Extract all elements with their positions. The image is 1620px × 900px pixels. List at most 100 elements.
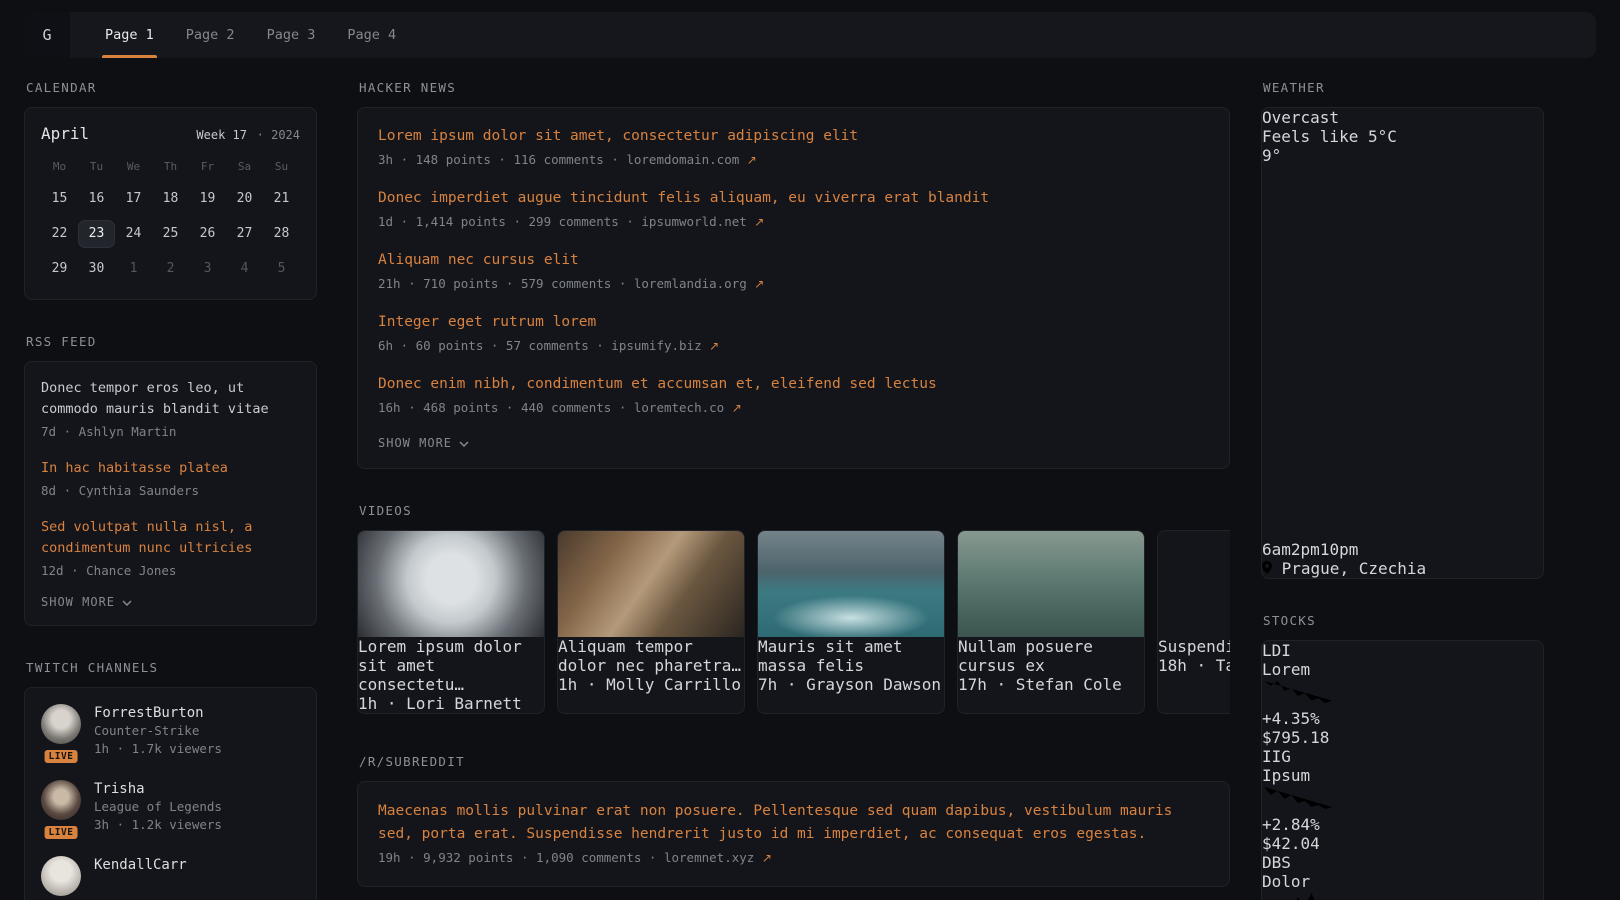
video-title[interactable]: Aliquam tempor dolor nec pharetra… [558,637,744,675]
hn-source-link[interactable]: loremtech.co [634,400,724,415]
calendar-day: 15 [41,185,78,213]
channel-info: KendallCarr [94,856,187,896]
twitch-channel-row[interactable]: LIVE Trisha League of Legends 3h · 1.2k … [41,780,300,834]
channel-avatar [41,780,81,820]
external-link-icon: ↗ [747,153,757,167]
weather-widget: Overcast Feels like 5°C 9° 6am2pm10pm Pr… [1261,107,1544,579]
hn-meta-text: 1d · 1,414 points · 299 comments · [378,214,641,229]
hackernews-widget: Lorem ipsum dolor sit amet, consectetur … [357,107,1230,469]
stock-row[interactable]: IIG Ipsum +2.84% $42.04 [1262,747,1543,853]
calendar-year: · 2024 [257,128,300,142]
hn-show-more-button[interactable]: SHOW MORE [378,436,1209,450]
weather-bar [1262,187,1543,197]
hn-source-link[interactable]: loremlandia.org [634,276,747,291]
external-link-icon: ↗ [754,215,764,229]
weather-bar [1262,261,1543,278]
stock-id: DBS Dolor [1262,853,1543,891]
video-title[interactable]: Nullam posuere cursus ex [958,637,1144,675]
rss-item-title[interactable]: In hac habitasse platea [41,458,300,479]
weather-bar [1262,299,1543,326]
rss-item-title[interactable]: Sed volutpat nulla nisl, a condimentum n… [41,517,300,559]
rss-item-meta: 8d · Cynthia Saunders [41,481,300,501]
hn-item-meta: 6h · 60 points · 57 comments · ipsumify.… [378,336,1209,356]
calendar-day: 25 [152,220,189,248]
videos-widget: Lorem ipsum dolor sit amet consectetu… 1… [357,530,1230,714]
tab-page-1[interactable]: Page 1 [92,12,167,58]
subreddit-post-title[interactable]: Maecenas mollis pulvinar erat non posuer… [378,800,1209,846]
subreddit-source-link[interactable]: loremnet.xyz [664,850,754,865]
left-column: CALENDAR April Week 17 · 2024 Mo Tu We T… [24,80,317,900]
weather-feels-like: Feels like 5°C [1262,127,1543,146]
video-title[interactable]: Mauris sit amet massa felis [758,637,944,675]
calendar-month: April [41,124,89,143]
stock-row[interactable]: LDI Lorem +4.35% $795.18 [1262,641,1543,747]
hn-meta-text: 3h · 148 points · 116 comments · [378,152,626,167]
weather-bar [1262,210,1543,221]
stock-price: $42.04 [1262,834,1543,853]
hn-meta-text: 21h · 710 points · 579 comments · [378,276,634,291]
hn-source-link[interactable]: ipsumify.biz [611,338,701,353]
rss-show-more-button[interactable]: SHOW MORE [41,595,300,609]
calendar-day: 28 [263,220,300,248]
calendar-day: 2 [152,255,189,283]
video-meta: 7h · Grayson Dawson [758,675,944,694]
weather-time-label: 6am [1262,540,1291,559]
video-title[interactable]: Lorem ipsum dolor sit amet consectetu… [358,637,544,694]
hn-source-link[interactable]: ipsumworld.net [641,214,746,229]
weather-times: 6am2pm10pm [1262,540,1543,559]
video-text: Suspendisse diam 18h · Tara [1158,637,1230,675]
calendar-day: 21 [263,185,300,213]
video-card[interactable]: Nullam posuere cursus ex 17h · Stefan Co… [957,530,1145,714]
video-thumbnail[interactable] [758,531,944,637]
video-card[interactable]: Aliquam tempor dolor nec pharetra… 1h · … [557,530,745,714]
video-thumbnail[interactable] [358,531,544,637]
hn-item-title[interactable]: Integer eget rutrum lorem [378,312,1209,334]
channel-info: ForrestBurton Counter-Strike 1h · 1.7k v… [94,704,222,758]
calendar-day: 18 [152,185,189,213]
stock-values: +2.84% $42.04 [1262,815,1543,853]
calendar-day: 26 [189,220,226,248]
stock-row[interactable]: DBS Dolor +1.42% $156.28 [1262,853,1543,900]
video-card[interactable]: Suspendisse diam 18h · Tara [1157,530,1230,714]
rss-item-meta: 12d · Chance Jones [41,561,300,581]
avatar: LIVE [41,704,81,758]
chevron-down-icon [459,436,469,450]
calendar-current-day: 23 [78,220,115,248]
stock-change: +4.35% [1262,709,1543,728]
channel-meta: 1h · 1.7k viewers [94,740,222,758]
calendar-weekday: Mo [41,160,78,173]
rss-item: Sed volutpat nulla nisl, a condimentum n… [41,517,300,581]
channel-avatar [41,856,81,896]
hn-item: Lorem ipsum dolor sit amet, consectetur … [378,126,1209,170]
calendar-weekday: Su [263,160,300,173]
tab-page-3[interactable]: Page 3 [254,12,329,58]
weather-bar [1262,278,1543,299]
video-title[interactable]: Suspendisse diam [1158,637,1230,656]
hn-item-title[interactable]: Donec enim nibh, condimentum et accumsan… [378,374,1209,396]
video-thumbnail[interactable] [558,531,744,637]
hn-item-title[interactable]: Aliquam nec cursus elit [378,250,1209,272]
twitch-channel-row[interactable]: KendallCarr [41,856,300,896]
video-thumbnail[interactable] [958,531,1144,637]
hn-source-link[interactable]: loremdomain.com [626,152,739,167]
channel-category: League of Legends [94,798,222,816]
calendar-week-year: Week 17 · 2024 [196,124,300,143]
weather-location-row: Prague, Czechia [1262,559,1543,578]
twitch-channel-row[interactable]: LIVE ForrestBurton Counter-Strike 1h · 1… [41,704,300,758]
tab-page-2[interactable]: Page 2 [173,12,248,58]
hn-item-title[interactable]: Donec imperdiet augue tincidunt felis al… [378,188,1209,210]
weather-bar [1262,488,1543,504]
video-card[interactable]: Mauris sit amet massa felis 7h · Grayson… [757,530,945,714]
calendar-weekday: Tu [78,160,115,173]
hackernews-widget-title: HACKER NEWS [359,80,1230,95]
rss-item-title[interactable]: Donec tempor eros leo, ut commodo mauris… [41,378,300,420]
calendar-day: 20 [226,185,263,213]
tab-page-4[interactable]: Page 4 [334,12,409,58]
location-pin-icon [1262,559,1272,578]
calendar-day: 19 [189,185,226,213]
calendar-header: April Week 17 · 2024 [41,124,300,146]
stock-name: Lorem [1262,660,1543,679]
video-thumbnail[interactable] [1158,531,1230,637]
video-card[interactable]: Lorem ipsum dolor sit amet consectetu… 1… [357,530,545,714]
hn-item-title[interactable]: Lorem ipsum dolor sit amet, consectetur … [378,126,1209,148]
